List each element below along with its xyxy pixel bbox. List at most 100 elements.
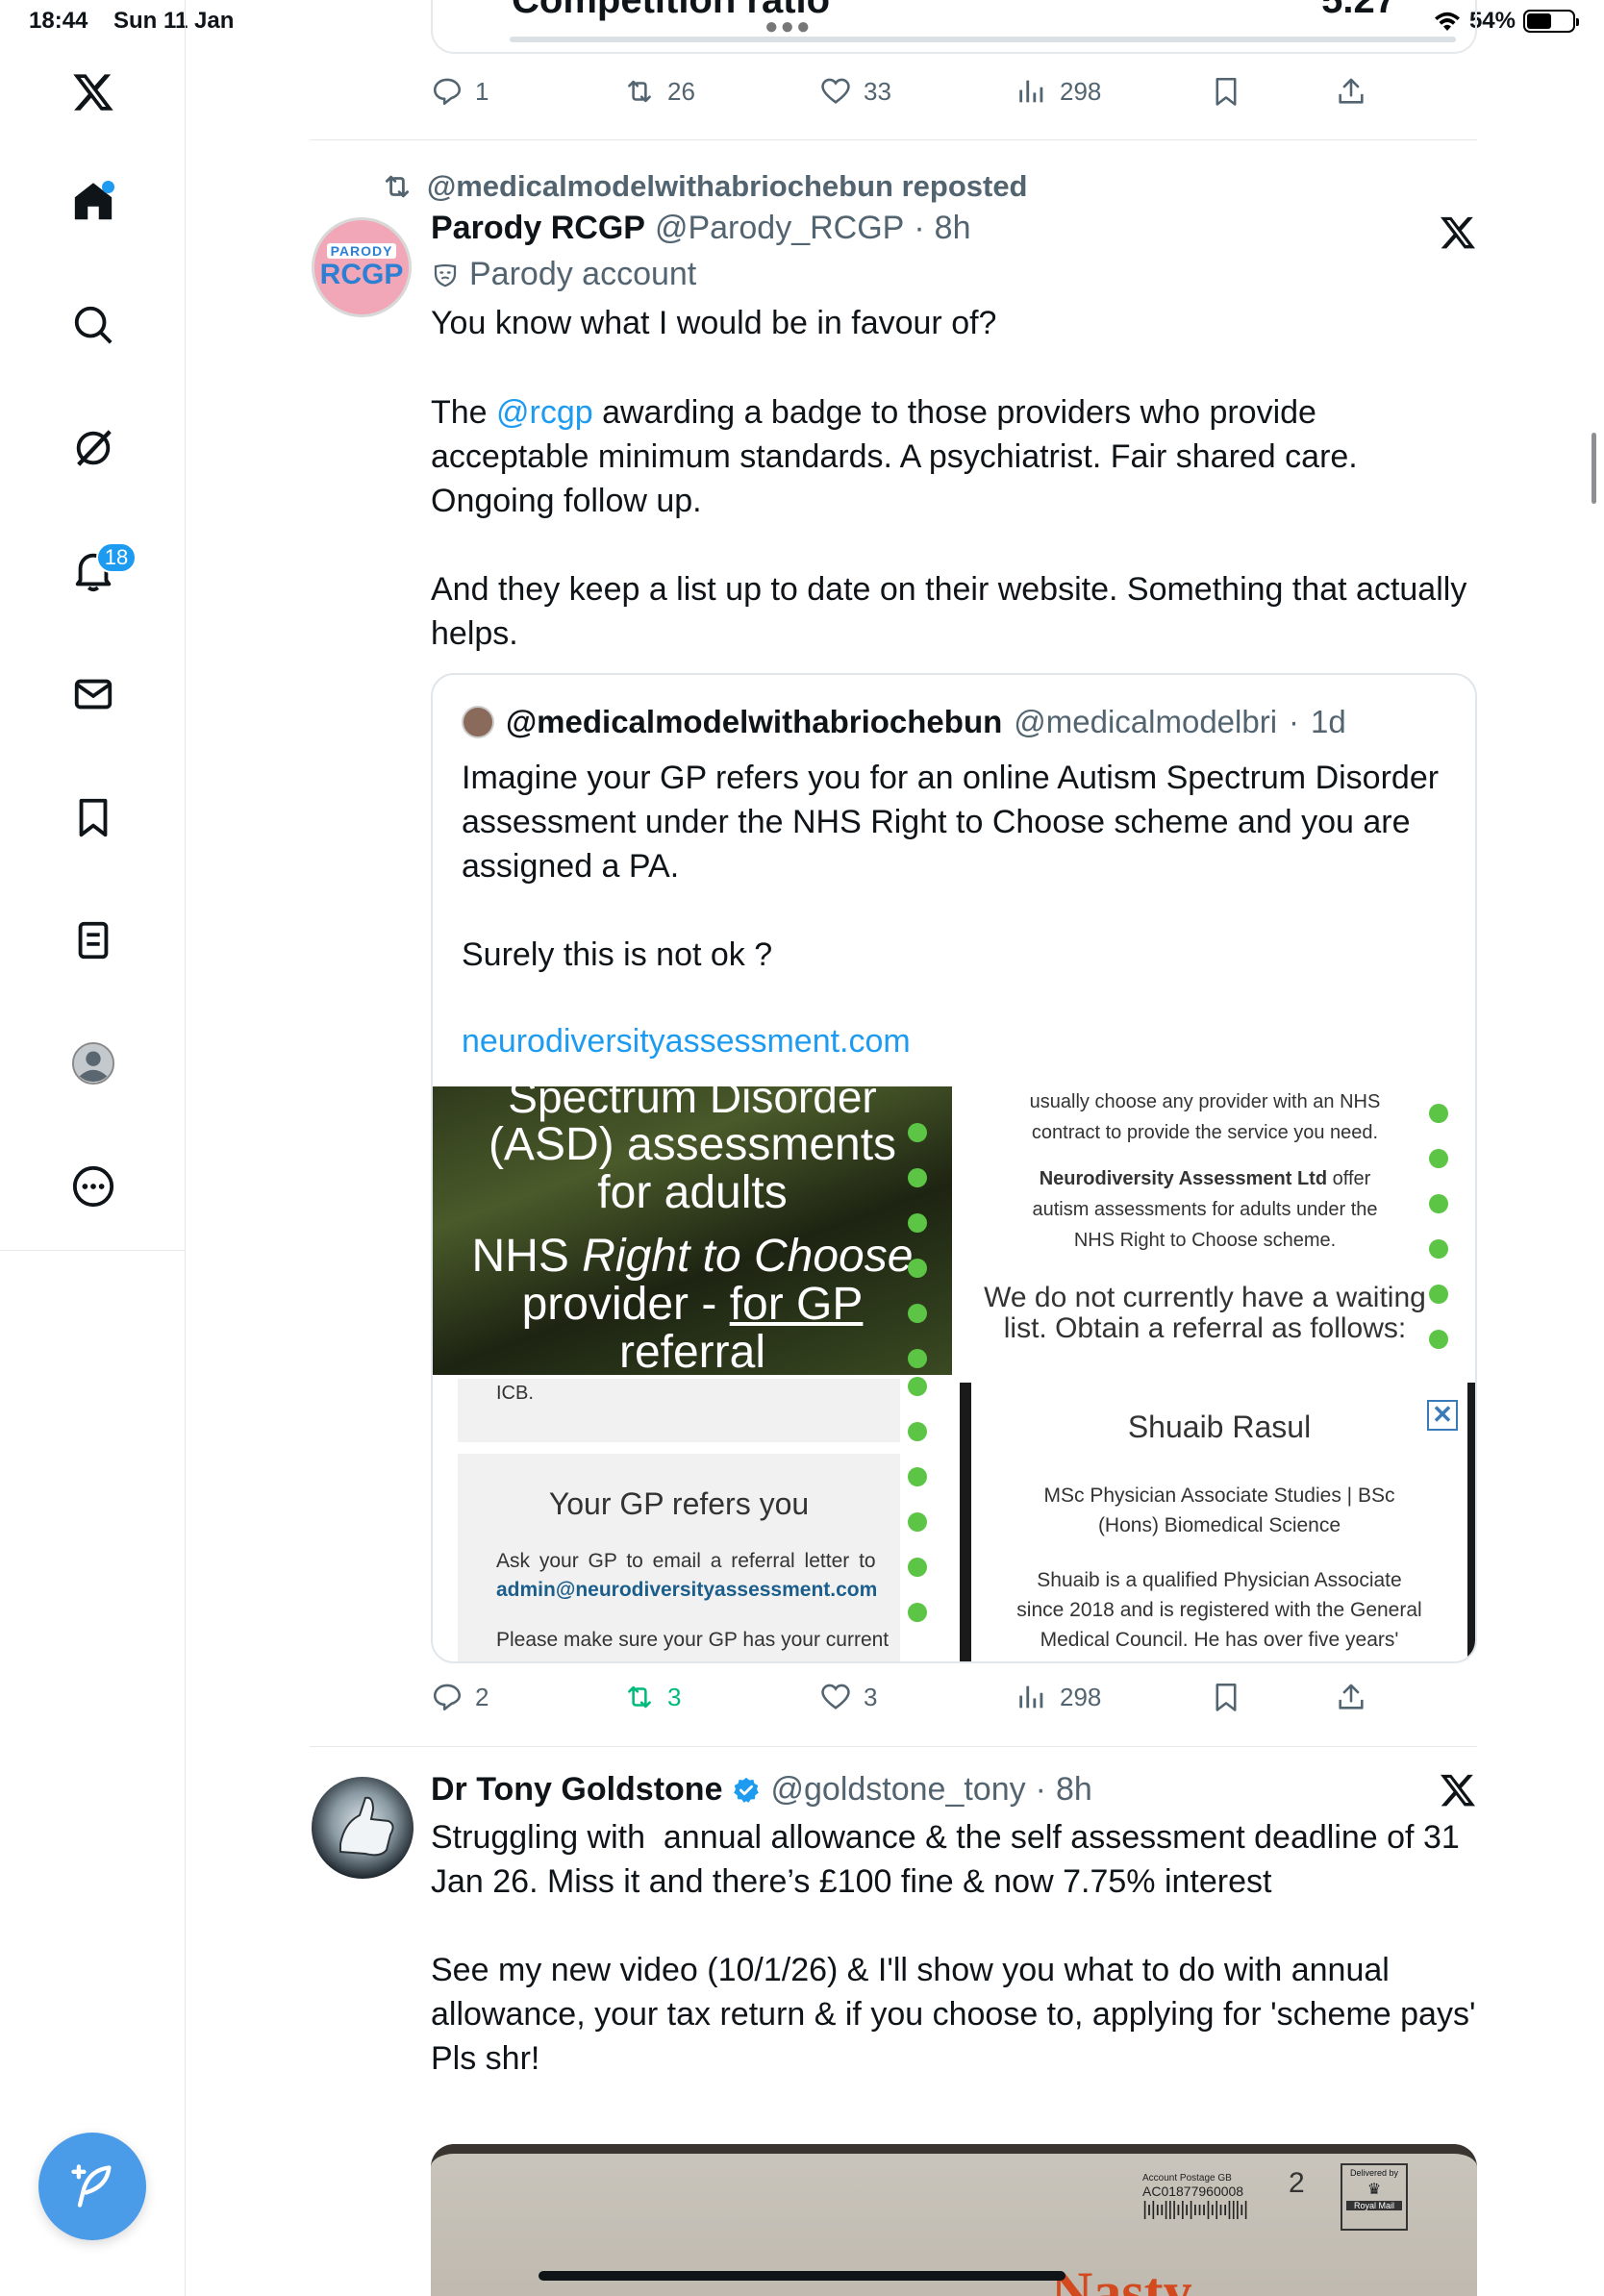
author-name[interactable]: Parody RCGP — [431, 210, 645, 247]
img2-line3: Neurodiversity Assessment Ltd offer — [960, 1163, 1450, 1194]
card-scrollbar — [510, 37, 1456, 42]
img3-card: Your GP refers you Ask your GP to email … — [458, 1454, 900, 1661]
x-logo-icon — [1441, 216, 1475, 249]
reply-button[interactable]: 2 — [431, 1681, 489, 1713]
views-button[interactable]: 298 — [1015, 75, 1101, 108]
battery-fill — [1527, 13, 1551, 29]
royal-mail-box: Delivered by ♛ Royal Mail — [1341, 2163, 1408, 2231]
separator-dot: · — [1035, 1771, 1046, 1808]
tweet-header: Parody RCGP @Parody_RCGP · 8h — [431, 210, 971, 247]
sidebar-item-grok[interactable] — [0, 402, 186, 494]
delivered-by: Delivered by — [1349, 2168, 1399, 2178]
img4-line2: (Hons) Biomedical Science — [1097, 1514, 1341, 1536]
like-button[interactable]: 33 — [819, 75, 891, 108]
img3-green-dots — [908, 1377, 929, 1648]
quote-header: @medicalmodelwithabriochebun @medicalmod… — [462, 704, 1346, 740]
scroll-indicator[interactable] — [1591, 433, 1596, 504]
close-icon[interactable]: ✕ — [1427, 1400, 1458, 1431]
reply-icon — [433, 1684, 462, 1711]
repost-small-icon — [385, 175, 410, 198]
repost-indicator[interactable]: @medicalmodelwithabriochebun reposted — [381, 169, 1028, 204]
separator-dot: · — [914, 210, 925, 246]
media-image-info[interactable]: usually choose any provider with an NHS … — [960, 1086, 1475, 1375]
sidebar-item-profile[interactable] — [0, 1017, 186, 1110]
sidebar-separator — [0, 1250, 186, 1251]
envelope-icon — [74, 679, 112, 710]
tony-goldstone-avatar[interactable] — [312, 1777, 414, 1879]
like-button[interactable]: 3 — [819, 1681, 877, 1713]
like-count: 3 — [864, 1682, 878, 1711]
parody-rcgp-avatar[interactable]: PARODY RCGP — [312, 217, 412, 317]
media-image-forest[interactable]: Spectrum Disorder (ASD) assessments for … — [433, 1086, 952, 1375]
profile-avatar-icon — [71, 1041, 114, 1086]
stamp-line2: AC01877960008 — [1142, 2184, 1244, 2199]
author-handle[interactable]: @goldstone_tony — [770, 1771, 1025, 1809]
quote-time: 1d — [1311, 704, 1346, 739]
reply-button[interactable]: 1 — [431, 75, 489, 108]
img1-line2: (ASD) assessments — [488, 1119, 897, 1170]
views-chart-icon — [1019, 1685, 1043, 1709]
media-image-profile[interactable]: Shuaib Rasul ✕ MSc Physician Associate S… — [960, 1383, 1475, 1661]
media-image-gp-refers[interactable]: ICB. Your GP refers you Ask your GP to e… — [433, 1377, 952, 1661]
previous-tweet-actions: 1 26 33 298 — [431, 75, 1392, 123]
img1-right-to-choose: Right to Choose — [582, 1231, 914, 1282]
sidebar-item-home[interactable] — [0, 156, 186, 248]
sidebar-item-notifications[interactable]: 18 — [0, 525, 186, 617]
views-chart-icon — [1019, 80, 1043, 103]
img2-line2: contract to provide the service you need… — [1031, 1122, 1379, 1143]
tweet-time[interactable]: 8h — [935, 210, 971, 247]
repost-button[interactable]: 26 — [623, 75, 695, 108]
img1-line5: provider - for GP — [433, 1281, 952, 1329]
reply-count: 2 — [475, 1682, 489, 1711]
tweet-divider — [310, 1746, 1477, 1747]
like-count: 33 — [864, 76, 891, 106]
img2-offer: offer — [1327, 1168, 1371, 1189]
sidebar-border — [185, 1250, 186, 2296]
bookmark-icon — [79, 798, 107, 837]
img4-name: Shuaib Rasul — [1127, 1410, 1312, 1444]
tweet-text-p1: You know what I would be in favour of? — [431, 305, 997, 341]
more-icon — [72, 1165, 113, 1208]
img4-line3: Shuaib is a qualified Physician Associat… — [1037, 1569, 1402, 1591]
quote-author-name: @medicalmodelwithabriochebun — [506, 704, 1003, 739]
bookmark-button[interactable] — [1210, 1681, 1242, 1713]
repost-button[interactable]: 3 — [623, 1681, 681, 1713]
previous-card[interactable]: Competition ratio 5.27 ●●● — [431, 0, 1477, 54]
sidebar-item-bookmarks[interactable] — [0, 771, 186, 863]
tweet2-text-p1: Struggling with annual allowance & the s… — [431, 1819, 1469, 1900]
x-logo-icon[interactable] — [0, 46, 186, 138]
quote-separator: · — [1289, 704, 1300, 739]
img1-line6: referral — [618, 1327, 766, 1376]
parody-label: Parody account — [431, 256, 696, 293]
sidebar: 18 — [0, 0, 186, 1250]
repost-count: 26 — [667, 76, 695, 106]
compose-button[interactable] — [38, 2133, 146, 2240]
bookmark-button[interactable] — [1210, 75, 1242, 108]
card-value: 5.27 — [1321, 0, 1396, 21]
share-button[interactable] — [1335, 75, 1367, 108]
repost-count: 3 — [667, 1682, 682, 1711]
tweet-text-p3: And they keep a list up to date on their… — [431, 571, 1476, 652]
img1-nhs: NHS — [471, 1231, 583, 1282]
text-p2-pre: The — [431, 394, 497, 431]
sidebar-item-more[interactable] — [0, 1140, 186, 1233]
views-count: 298 — [1060, 1682, 1102, 1711]
rcgp-mention-link[interactable]: @rcgp — [496, 394, 593, 431]
search-icon — [74, 306, 113, 344]
author-name[interactable]: Dr Tony Goldstone — [431, 1771, 722, 1809]
stamp-number: 2 — [1289, 2167, 1305, 2199]
avatar-rcgp-text: RCGP — [319, 259, 404, 290]
share-button[interactable] — [1335, 1681, 1367, 1713]
img3-icb: ICB. — [496, 1383, 534, 1404]
reply-icon — [433, 78, 462, 106]
sidebar-item-search[interactable] — [0, 279, 186, 371]
home-indicator[interactable] — [539, 2271, 1065, 2281]
quoted-tweet[interactable]: @medicalmodelwithabriochebun @medicalmod… — [431, 673, 1477, 1663]
tweet-actions: 2 3 3 298 — [431, 1681, 1392, 1729]
views-button[interactable]: 298 — [1015, 1681, 1101, 1713]
tweet-time[interactable]: 8h — [1056, 1771, 1092, 1809]
author-handle[interactable]: @Parody_RCGP — [655, 210, 904, 247]
quote-website-link[interactable]: neurodiversityassessment.com — [462, 1023, 911, 1061]
sidebar-item-messages[interactable] — [0, 648, 186, 740]
sidebar-item-lists[interactable] — [0, 894, 186, 986]
